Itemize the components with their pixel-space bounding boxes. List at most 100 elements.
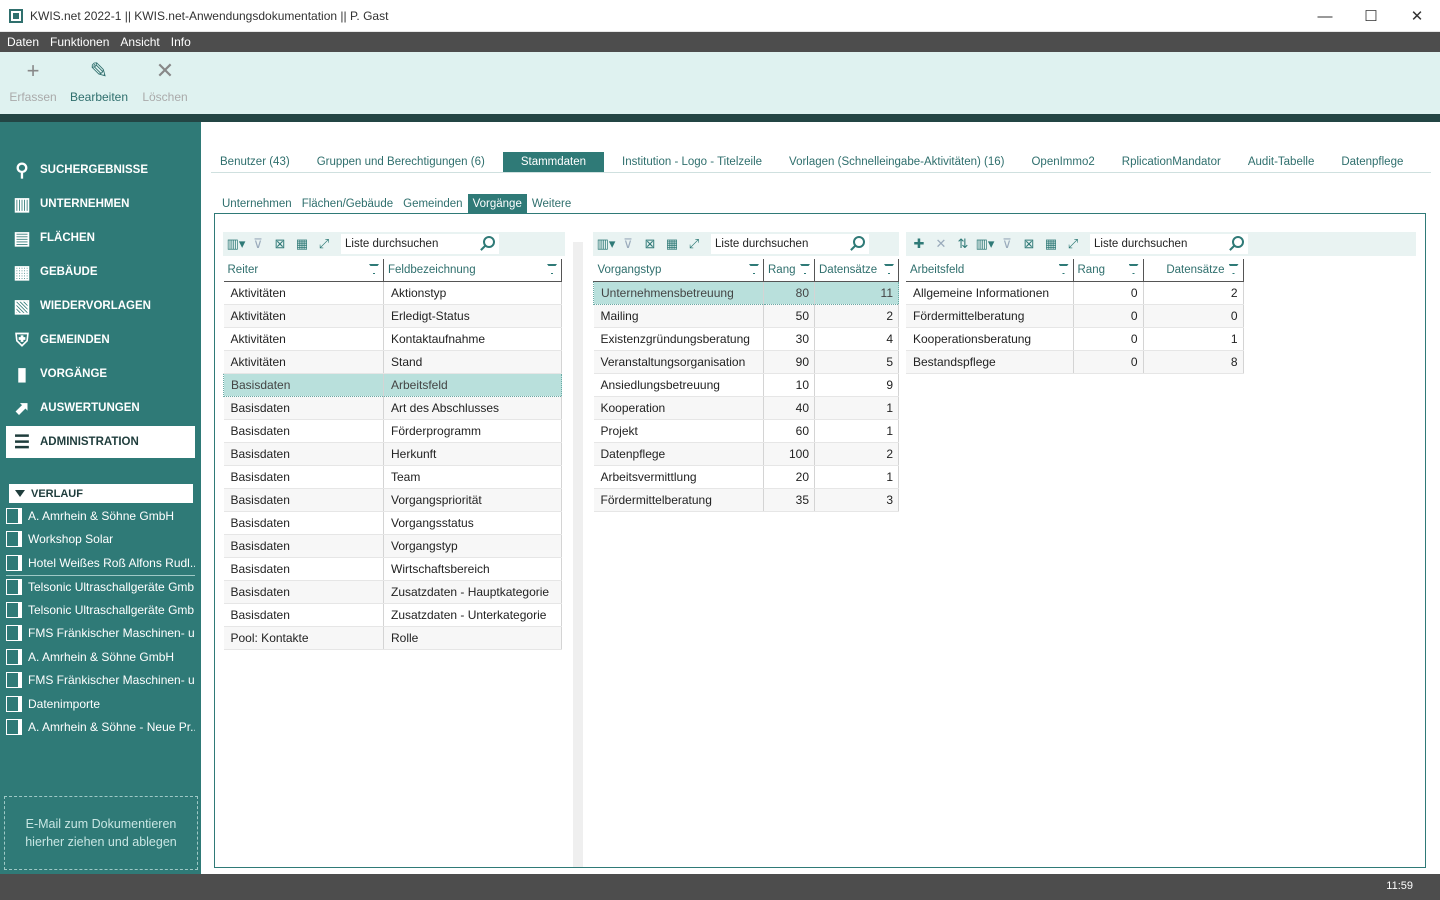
history-item[interactable]: A. Amrhein & Söhne GmbH — [6, 645, 195, 669]
table-row[interactable]: Arbeitsvermittlung 20 1 — [593, 465, 899, 489]
table-cell[interactable]: Fördermittelberatung — [593, 488, 764, 512]
col-header-rang[interactable]: Rang — [1073, 259, 1144, 282]
table-row[interactable]: Aktivitäten Erledigt-Status — [223, 304, 562, 328]
table-cell[interactable]: Kooperationsberatung — [906, 327, 1074, 351]
expand-icon[interactable]: ⤢ — [1064, 236, 1082, 252]
subtab-flaechen-gebaeude[interactable]: Flächen/Gebäude — [297, 194, 398, 213]
nav-auswertungen[interactable]: ⬈ AUSWERTUNGEN — [6, 392, 195, 424]
excel-export-icon[interactable]: ⊠ — [641, 236, 659, 252]
table-cell[interactable]: 1 — [814, 396, 899, 420]
table-cell[interactable]: Basisdaten — [223, 396, 384, 420]
table-cell[interactable]: Pool: Kontakte — [223, 626, 384, 650]
table-cell[interactable]: 0 — [1143, 304, 1244, 328]
history-item[interactable]: Hotel Weißes Roß Alfons Rudl... — [6, 551, 195, 575]
sort-icon[interactable]: ⇅ — [954, 236, 972, 252]
filter-icon[interactable] — [1228, 264, 1239, 274]
search-icon[interactable] — [853, 236, 865, 248]
col-header-datensaetze[interactable]: Datensätze — [814, 259, 899, 282]
tab-vorlagen[interactable]: Vorlagen (Schnelleingabe-Aktivitäten) (1… — [780, 152, 1013, 172]
table-row[interactable]: Fördermittelberatung 0 0 — [906, 304, 1244, 328]
table-cell[interactable]: Zusatzdaten - Unterkategorie — [383, 603, 562, 627]
email-dropzone[interactable]: E-Mail zum Dokumentieren hierher ziehen … — [4, 796, 198, 870]
table-cell[interactable]: Aktivitäten — [223, 304, 384, 328]
table-cell[interactable]: Basisdaten — [223, 419, 384, 443]
table-cell[interactable]: Basisdaten — [223, 511, 384, 535]
loeschen-button[interactable]: ✕ Löschen — [132, 52, 198, 114]
table-row[interactable]: Basisdaten Vorgangspriorität — [223, 488, 562, 512]
tab-openimmo2[interactable]: OpenImmo2 — [1022, 152, 1103, 172]
table-cell[interactable]: Herkunft — [383, 442, 562, 466]
table-row[interactable]: Aktivitäten Kontaktaufnahme — [223, 327, 562, 351]
tab-institution[interactable]: Institution - Logo - Titelzeile — [613, 152, 771, 172]
table-cell[interactable]: 1 — [1143, 327, 1244, 351]
table-row[interactable]: Unternehmensbetreuung 80 11 — [593, 280, 899, 305]
table-cell[interactable]: Förderprogramm — [383, 419, 562, 443]
filter-icon[interactable] — [369, 264, 379, 274]
history-item[interactable]: A. Amrhein & Söhne - Neue Pr... — [6, 716, 195, 740]
table-cell[interactable]: Team — [383, 465, 562, 489]
history-item[interactable]: A. Amrhein & Söhne GmbH — [6, 504, 195, 528]
table-cell[interactable]: 4 — [814, 327, 899, 351]
table-cell[interactable]: Bestandspflege — [906, 350, 1074, 374]
history-item[interactable]: Workshop Solar — [6, 528, 195, 552]
table-row[interactable]: Basisdaten Wirtschaftsbereich — [223, 557, 562, 581]
nav-administration[interactable]: ☰ ADMINISTRATION — [6, 426, 195, 458]
close-button[interactable]: ✕ — [1394, 0, 1440, 32]
table-cell[interactable]: 11 — [814, 280, 899, 305]
table-cell[interactable]: Stand — [383, 350, 562, 374]
table-row[interactable]: Veranstaltungsorganisation 90 5 — [593, 350, 899, 374]
history-item[interactable]: Telsonic Ultraschallgeräte Gmb... — [6, 574, 195, 599]
table-cell[interactable]: Aktivitäten — [223, 327, 384, 351]
subtab-unternehmen[interactable]: Unternehmen — [217, 194, 297, 213]
table-row[interactable]: Existenzgründungsberatung 30 4 — [593, 327, 899, 351]
table-row[interactable]: Aktivitäten Stand — [223, 350, 562, 374]
table-cell[interactable]: Veranstaltungsorganisation — [593, 350, 764, 374]
table-cell[interactable]: Arbeitsvermittlung — [593, 465, 764, 489]
table-row[interactable]: Fördermittelberatung 35 3 — [593, 488, 899, 512]
table-cell[interactable]: Basisdaten — [223, 603, 384, 627]
table-cell[interactable]: 8 — [1143, 350, 1244, 374]
table-row[interactable]: Allgemeine Informationen 0 2 — [906, 281, 1244, 305]
table-cell[interactable]: Ansiedlungsbetreuung — [593, 373, 764, 397]
table-cell[interactable]: 1 — [814, 419, 899, 443]
table-cell[interactable]: Kontaktaufnahme — [383, 327, 562, 351]
table-cell[interactable]: 2 — [814, 304, 899, 328]
table-cell[interactable]: 10 — [763, 373, 815, 397]
panel-splitter[interactable] — [573, 242, 583, 867]
table-cell[interactable]: Aktivitäten — [223, 281, 384, 305]
table-cell[interactable]: Projekt — [593, 419, 764, 443]
subtab-weitere[interactable]: Weitere — [527, 194, 576, 213]
table-row[interactable]: Ansiedlungsbetreuung 10 9 — [593, 373, 899, 397]
history-item[interactable]: Telsonic Ultraschallgeräte Gmb... — [6, 598, 195, 622]
filter-icon[interactable] — [800, 264, 810, 274]
excel-export-icon[interactable]: ⊠ — [271, 236, 289, 252]
nav-unternehmen[interactable]: ▥ UNTERNEHMEN — [6, 188, 195, 220]
table-cell[interactable]: 0 — [1073, 281, 1144, 305]
table-cell[interactable]: 40 — [763, 396, 815, 420]
table-cell[interactable]: Erledigt-Status — [383, 304, 562, 328]
tab-datenpflege[interactable]: Datenpflege — [1332, 152, 1412, 172]
table-cell[interactable]: Basisdaten — [223, 557, 384, 581]
table-cell[interactable]: Aktionstyp — [383, 281, 562, 305]
tab-benutzer[interactable]: Benutzer (43) — [211, 152, 299, 172]
table-cell[interactable]: 35 — [763, 488, 815, 512]
table-cell[interactable]: Zusatzdaten - Hauptkategorie — [383, 580, 562, 604]
table-row[interactable]: Basisdaten Arbeitsfeld — [223, 372, 562, 397]
table-cell[interactable]: Basisdaten — [223, 534, 384, 558]
layout-icon[interactable]: ▦ — [663, 236, 681, 252]
col-header-vorgangstyp[interactable]: Vorgangstyp — [593, 259, 764, 282]
table-row[interactable]: Aktivitäten Aktionstyp — [223, 281, 562, 305]
filter-icon[interactable] — [884, 264, 894, 274]
table-cell[interactable]: Unternehmensbetreuung — [593, 280, 764, 305]
table-row[interactable]: Basisdaten Art des Abschlusses — [223, 396, 562, 420]
filter-icon[interactable] — [1128, 264, 1139, 274]
table-cell[interactable]: 0 — [1073, 350, 1144, 374]
table-row[interactable]: Kooperation 40 1 — [593, 396, 899, 420]
grid1-search-input[interactable]: Liste durchsuchen — [341, 234, 499, 254]
grid2-search-input[interactable]: Liste durchsuchen — [711, 234, 869, 254]
subtab-gemeinden[interactable]: Gemeinden — [398, 194, 467, 213]
menu-funktionen[interactable]: Funktionen — [43, 35, 113, 49]
table-cell[interactable]: Aktivitäten — [223, 350, 384, 374]
table-cell[interactable]: 30 — [763, 327, 815, 351]
clear-filter-icon[interactable]: ⊽ — [619, 236, 637, 252]
